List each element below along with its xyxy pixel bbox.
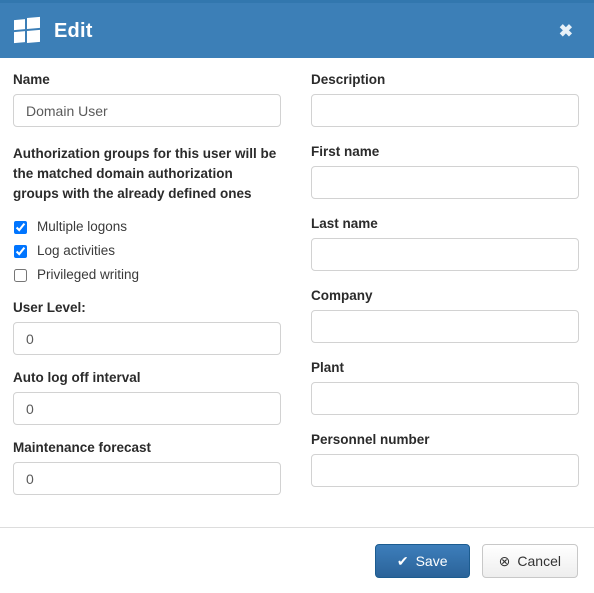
field-user-level: User Level:: [13, 300, 281, 355]
dialog-footer: ✔ Save ⊗ Cancel: [0, 527, 594, 593]
multiple-logons-checkbox[interactable]: [14, 220, 27, 234]
dialog-title: Edit: [54, 19, 93, 42]
last-name-input[interactable]: [311, 238, 579, 271]
last-name-label: Last name: [311, 216, 378, 231]
checkmark-icon: ✔: [396, 552, 409, 569]
maintenance-forecast-input[interactable]: [13, 462, 281, 495]
checkbox-row-log-activities[interactable]: Log activities: [13, 240, 281, 262]
plant-input[interactable]: [311, 382, 579, 415]
name-label: Name: [13, 72, 50, 87]
dialog-titlebar: Edit ✖: [0, 0, 594, 58]
plant-label: Plant: [311, 360, 345, 375]
save-button[interactable]: ✔ Save: [374, 543, 470, 578]
user-level-input[interactable]: [13, 322, 281, 355]
checkbox-row-privileged-writing[interactable]: Privileged writing: [13, 264, 281, 286]
log-activities-checkbox[interactable]: [14, 244, 27, 258]
auto-log-off-interval-input[interactable]: [13, 392, 281, 425]
personnel-number-label: Personnel number: [311, 432, 430, 447]
dialog-body: Name Authorization groups for this user …: [0, 58, 594, 527]
name-input[interactable]: [13, 94, 281, 127]
authorization-note: Authorization groups for this user will …: [13, 146, 277, 201]
close-icon[interactable]: ✖: [554, 18, 578, 43]
company-input[interactable]: [311, 310, 579, 343]
log-activities-label[interactable]: Log activities: [37, 243, 115, 259]
description-label: Description: [311, 72, 386, 87]
edit-dialog: Edit ✖ Name Authorization groups for thi…: [0, 0, 594, 593]
field-personnel-number: Personnel number: [311, 432, 579, 487]
save-button-label: Save: [415, 552, 448, 569]
cancel-button-label: Cancel: [517, 552, 561, 569]
field-maintenance-forecast: Maintenance forecast: [13, 440, 281, 495]
multiple-logons-label[interactable]: Multiple logons: [37, 219, 127, 235]
privileged-writing-label[interactable]: Privileged writing: [37, 267, 139, 283]
checkbox-row-multiple-logons[interactable]: Multiple logons: [13, 216, 281, 238]
company-label: Company: [311, 288, 373, 303]
field-auto-log-off-interval: Auto log off interval: [13, 370, 281, 425]
description-input[interactable]: [311, 94, 579, 127]
user-level-label: User Level:: [13, 300, 86, 315]
field-description: Description: [311, 72, 579, 127]
checkbox-group: Multiple logons Log activities Privilege…: [13, 216, 281, 286]
first-name-label: First name: [311, 144, 380, 159]
privileged-writing-checkbox[interactable]: [14, 268, 27, 282]
right-column: Description First name Last name Company…: [311, 72, 579, 527]
circled-x-icon: ⊗: [498, 552, 511, 569]
field-company: Company: [311, 288, 579, 343]
windows-logo-icon: [14, 16, 40, 44]
maintenance-forecast-label: Maintenance forecast: [13, 440, 152, 455]
personnel-number-input[interactable]: [311, 454, 579, 487]
first-name-input[interactable]: [311, 166, 579, 199]
cancel-button[interactable]: ⊗ Cancel: [481, 543, 578, 578]
auto-log-off-interval-label: Auto log off interval: [13, 370, 141, 385]
field-plant: Plant: [311, 360, 579, 415]
field-name: Name: [13, 72, 281, 127]
field-last-name: Last name: [311, 216, 579, 271]
left-column: Name Authorization groups for this user …: [13, 72, 281, 527]
field-first-name: First name: [311, 144, 579, 199]
